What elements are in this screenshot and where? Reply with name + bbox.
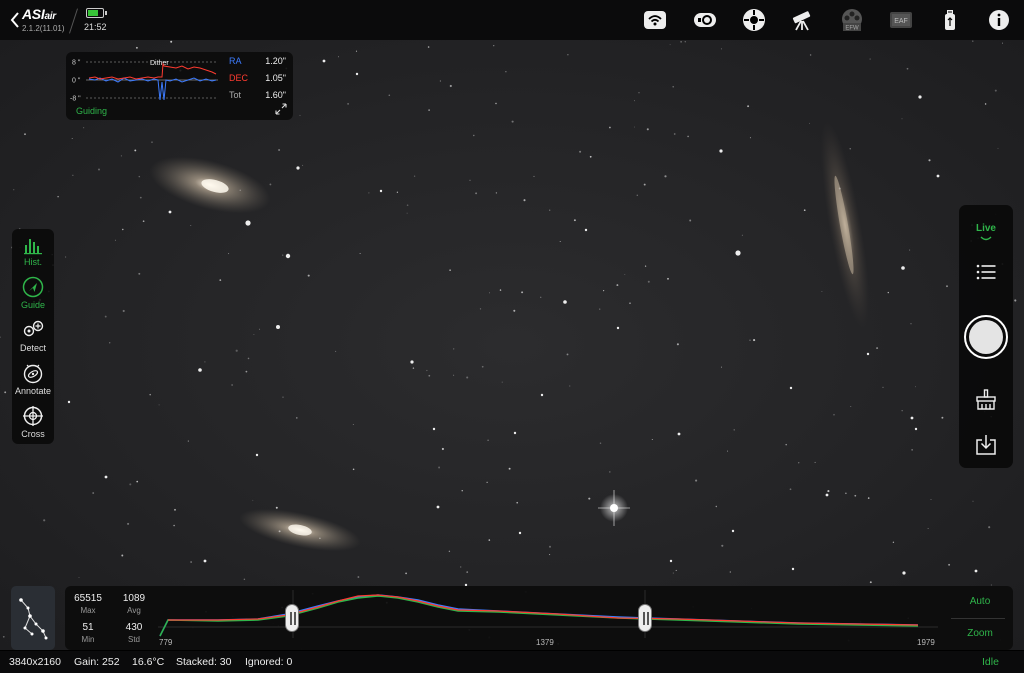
usb-drive-icon[interactable] <box>938 8 962 32</box>
clear-brush-icon[interactable] <box>974 388 998 412</box>
left-tool-panel: Hist. Guide Detect Annotate Cross <box>12 229 54 444</box>
tool-label: Annotate <box>14 386 52 396</box>
resolution-readout: 3840x2160 <box>9 656 61 668</box>
back-button[interactable] <box>8 9 22 31</box>
tool-guide[interactable]: Guide <box>12 274 54 316</box>
max-value: 65515 <box>74 593 102 604</box>
menu-list-icon[interactable] <box>974 260 998 284</box>
ra-value: 1.20" <box>265 56 286 66</box>
std-label: Std <box>127 635 140 644</box>
info-icon[interactable] <box>987 8 1011 32</box>
svg-text:EAF: EAF <box>894 18 908 25</box>
hist-tick-left: 779 <box>159 638 173 647</box>
live-mode-button[interactable]: Live <box>959 223 1013 234</box>
eaf-icon[interactable]: EAF <box>889 8 913 32</box>
hist-tick-right: 1979 <box>917 638 935 647</box>
telescope-icon[interactable] <box>790 8 814 32</box>
top-bar: ASIair 2.1.2(11.01) 21:52 EFW EAF <box>0 0 1024 40</box>
header-divider <box>69 8 78 34</box>
capture-panel: Live <box>959 205 1013 468</box>
efw-icon[interactable]: EFW <box>840 8 864 32</box>
guiding-status: Guiding <box>76 106 108 116</box>
dec-label: DEC <box>229 73 249 83</box>
constellation-icon <box>19 598 48 640</box>
clock: 21:52 <box>84 22 107 32</box>
zoom-button[interactable]: Zoom <box>957 628 1003 639</box>
camera-icon[interactable] <box>693 8 717 32</box>
expand-icon[interactable] <box>275 103 287 115</box>
star-field <box>0 40 1017 650</box>
histogram-curve <box>158 590 938 638</box>
guide-y-top: 8 " <box>72 60 81 67</box>
guide-icon <box>22 276 44 298</box>
guide-chart: 8 " 0 " -8 " Dither <box>70 60 218 103</box>
ra-label: RA <box>229 56 242 66</box>
max-label: Max <box>80 606 96 615</box>
mount-icon[interactable] <box>742 8 766 32</box>
tool-label: Cross <box>21 429 45 439</box>
capture-state: Idle <box>982 656 999 668</box>
min-value: 51 <box>82 622 94 633</box>
guide-y-mid: 0 " <box>72 78 81 85</box>
temperature-readout: 16.6°C <box>132 656 165 668</box>
button-divider <box>951 618 1005 619</box>
avg-value: 1089 <box>122 593 146 604</box>
tot-label: Tot <box>229 90 242 100</box>
save-download-icon[interactable] <box>974 433 998 457</box>
battery-icon <box>86 8 107 18</box>
live-image-view[interactable] <box>0 40 1024 650</box>
guide-graph-widget[interactable]: 8 " 0 " -8 " Dither RA 1.20" DEC 1.05" T… <box>66 52 293 120</box>
tool-crosshair[interactable]: Cross <box>12 403 54 445</box>
detect-icon <box>23 320 44 337</box>
tool-label: Guide <box>20 300 46 310</box>
tool-label: Detect <box>19 343 46 353</box>
tool-annotate[interactable]: Annotate <box>12 360 54 402</box>
guide-y-bottom: -8 " <box>70 96 81 103</box>
black-point-slider[interactable] <box>285 604 299 632</box>
tool-histogram[interactable]: Hist. <box>12 231 54 273</box>
min-label: Min <box>81 635 95 644</box>
histogram-icon <box>24 239 42 255</box>
tool-label: Hist. <box>24 257 42 267</box>
dec-value: 1.05" <box>265 73 286 83</box>
app-logo: ASIair <box>22 6 56 22</box>
crosshair-icon <box>23 406 43 426</box>
status-bar: 3840x2160 Gain: 252 16.6°C Stacked: 30 I… <box>0 651 1024 673</box>
white-point-slider[interactable] <box>638 604 652 632</box>
gain-readout: Gain: 252 <box>74 656 120 668</box>
app-version: 2.1.2(11.01) <box>22 24 65 33</box>
shutter-button[interactable] <box>964 315 1008 359</box>
ra-trace <box>88 77 217 101</box>
wifi-icon[interactable] <box>643 8 667 32</box>
auto-stretch-button[interactable]: Auto <box>957 596 1003 607</box>
stacked-count: Stacked: 30 <box>176 656 232 668</box>
hist-tick-mid: 1379 <box>536 638 554 647</box>
chevron-down-icon[interactable] <box>980 236 992 242</box>
histogram-panel: 65515 Max 1089 Avg 51 Min 430 Std 779 13… <box>65 586 1013 650</box>
tool-detect[interactable]: Detect <box>12 317 54 359</box>
ignored-count: Ignored: 0 <box>245 656 293 668</box>
avg-label: Avg <box>127 606 141 615</box>
tot-value: 1.60" <box>265 90 286 100</box>
std-value: 430 <box>125 622 143 633</box>
svg-text:EFW: EFW <box>845 26 859 32</box>
annotate-icon <box>23 364 43 384</box>
plate-solve-thumbnail[interactable] <box>11 586 55 650</box>
